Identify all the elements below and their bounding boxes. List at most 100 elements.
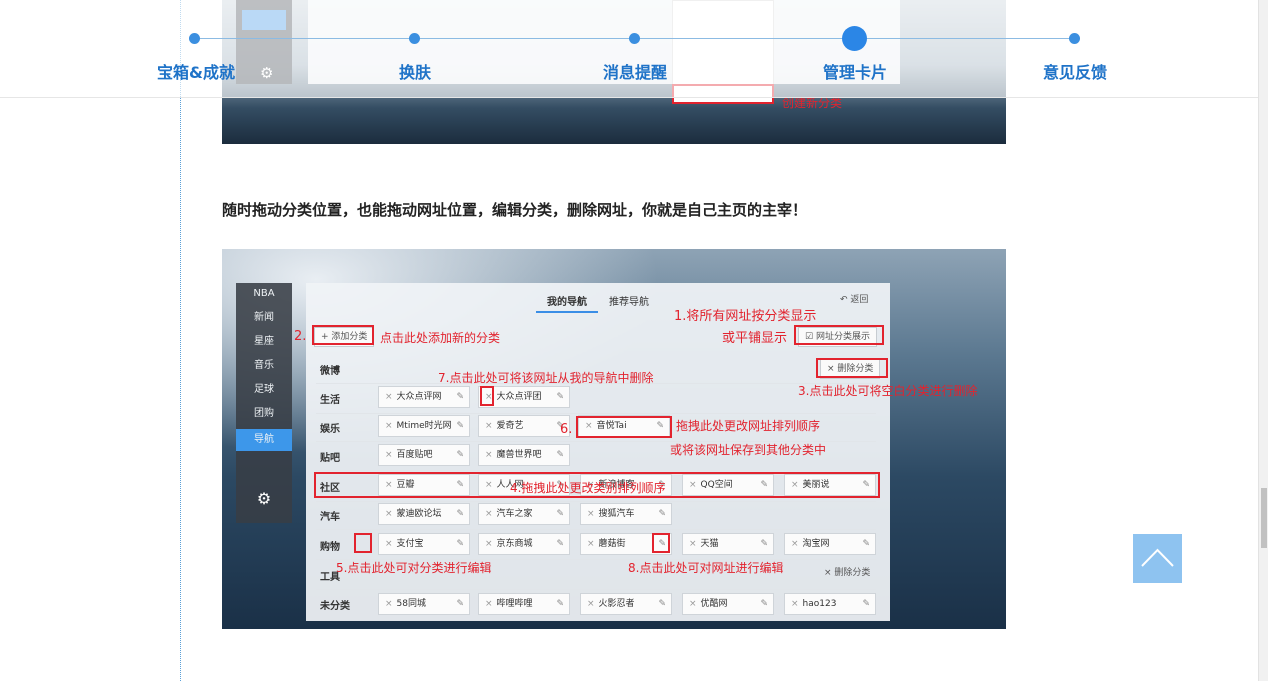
gear-icon: ⚙: [256, 489, 272, 508]
annotation-2-number: 2.: [294, 329, 307, 344]
highlight-add-category: [312, 325, 374, 345]
delete-category-label: 删除分类: [834, 568, 871, 578]
annotation-4: 4.拖拽此处更改类别排列顺序: [510, 481, 666, 495]
tab-my-nav: 我的导航: [547, 297, 587, 308]
annotation-6-number: 6.: [560, 422, 573, 437]
close-icon: ×: [385, 392, 393, 402]
nav-dot-feedback[interactable]: [1069, 33, 1080, 44]
close-icon: ×: [587, 509, 595, 519]
chip-label: 蘑菇街: [598, 539, 626, 549]
url-chip: × 优酷网 ✎: [682, 593, 774, 615]
close-icon: ×: [385, 539, 393, 549]
back-link: ↶ 返回: [840, 292, 868, 305]
sidebar-item-news: 新闻: [254, 312, 274, 323]
row-label-entertainment: 娱乐: [320, 424, 340, 435]
url-chip: × 京东商城 ✎: [478, 533, 570, 555]
pencil-icon: ✎: [456, 392, 464, 402]
pencil-icon: ✎: [658, 599, 666, 609]
top-step-nav: 宝箱&成就 换肤 消息提醒 管理卡片 意见反馈: [0, 0, 1258, 98]
close-icon: ×: [485, 509, 493, 519]
annotation-1-line2: 或平铺显示: [722, 331, 788, 346]
url-chip: × 蒙迪欧论坛 ✎: [378, 503, 470, 525]
annotation-2: 点击此处添加新的分类: [380, 331, 501, 345]
scrollbar-thumb[interactable]: [1261, 488, 1267, 548]
chip-label: 搜狐汽车: [598, 509, 635, 519]
nav-dot-skin[interactable]: [409, 33, 420, 44]
chip-label: 京东商城: [496, 539, 533, 549]
sidebar-item-nba: NBA: [253, 288, 275, 299]
annotation-5: 5.点击此处可对分类进行编辑: [336, 561, 492, 575]
pencil-icon: ✎: [556, 599, 564, 609]
tutorial-screenshot: NBA 新闻 星座 音乐 足球 团购 导航 ⚙ 我的导航 推荐导航 ↶ 返回 +…: [222, 249, 1006, 629]
highlight-edit-category: [354, 533, 372, 553]
pencil-icon: ✎: [862, 539, 870, 549]
annotation-7: 7.点击此处可将该网址从我的导航中删除: [438, 371, 654, 385]
close-icon: ×: [587, 599, 595, 609]
nav-dot-treasure[interactable]: [189, 33, 200, 44]
back-to-top-button[interactable]: [1133, 534, 1182, 583]
chip-label: 蒙迪欧论坛: [396, 509, 442, 519]
url-chip: × 哔哩哔哩 ✎: [478, 593, 570, 615]
row-divider: [316, 529, 876, 530]
url-chip: × 支付宝 ✎: [378, 533, 470, 555]
close-icon: ×: [485, 539, 493, 549]
row-label-shopping: 购物: [320, 542, 340, 553]
row-divider: [316, 470, 876, 471]
chip-label: hao123: [802, 599, 837, 609]
chevron-up-icon: [1141, 548, 1174, 567]
pencil-icon: ✎: [556, 450, 564, 460]
url-chip: × 魔兽世界吧 ✎: [478, 444, 570, 466]
nav-label-notice[interactable]: 消息提醒: [603, 59, 667, 83]
chip-label: 天猫: [700, 539, 719, 549]
highlight-edit-url: [652, 533, 670, 553]
chip-label: 大众点评网: [396, 392, 442, 402]
nav-dot-manage-cards[interactable]: [842, 26, 867, 51]
row-label-uncategorized: 未分类: [320, 601, 350, 612]
chip-label: 优酷网: [700, 599, 728, 609]
close-icon: ×: [689, 599, 697, 609]
nav-label-treasure[interactable]: 宝箱&成就: [157, 59, 235, 83]
annotation-6-line2: 或将该网址保存到其他分类中: [670, 443, 827, 457]
close-icon: ×: [485, 599, 493, 609]
highlight-url-chip: [576, 416, 672, 438]
guide-line: [180, 0, 181, 681]
chip-label: 火影忍者: [598, 599, 635, 609]
pencil-icon: ✎: [556, 539, 564, 549]
url-chip: × Mtime时光网 ✎: [378, 415, 470, 437]
tab-recommended-nav: 推荐导航: [609, 297, 649, 308]
back-label: 返回: [850, 295, 869, 305]
row-label-life: 生活: [320, 395, 340, 406]
back-arrow-icon: ↶: [840, 295, 851, 305]
nav-label-manage-cards[interactable]: 管理卡片: [823, 59, 887, 83]
highlight-delete-url: [480, 386, 494, 406]
highlight-delete-category: [816, 358, 888, 378]
pencil-icon: ✎: [456, 539, 464, 549]
row-divider: [316, 413, 876, 414]
tab-underline: [536, 311, 598, 313]
sidebar-item-music: 音乐: [254, 360, 274, 371]
pencil-icon: ✎: [760, 599, 768, 609]
close-icon: ×: [587, 539, 595, 549]
close-icon: ×: [689, 539, 697, 549]
close-icon: ×: [385, 421, 393, 431]
row-label-auto: 汽车: [320, 512, 340, 523]
pencil-icon: ✎: [456, 421, 464, 431]
annotation-8: 8.点击此处可对网址进行编辑: [628, 561, 784, 575]
annotation-6-line1: 拖拽此处更改网址排列顺序: [676, 419, 821, 433]
url-chip: × 58同城 ✎: [378, 593, 470, 615]
close-icon: ×: [385, 450, 393, 460]
nav-label-skin[interactable]: 换肤: [399, 59, 431, 83]
url-chip: × 百度贴吧 ✎: [378, 444, 470, 466]
pencil-icon: ✎: [456, 509, 464, 519]
page-scrollbar[interactable]: [1258, 0, 1268, 681]
chip-label: 魔兽世界吧: [496, 450, 542, 460]
sidebar-item-nav: 导航: [236, 429, 292, 451]
pencil-icon: ✎: [862, 599, 870, 609]
annotation-1-line1: 1.将所有网址按分类显示: [674, 309, 817, 324]
chip-label: 百度贴吧: [396, 450, 433, 460]
pencil-icon: ✎: [456, 450, 464, 460]
pencil-icon: ✎: [556, 392, 564, 402]
nav-dot-notice[interactable]: [629, 33, 640, 44]
nav-label-feedback[interactable]: 意见反馈: [1043, 59, 1107, 83]
page: ⚙ 创建新分类 宝箱&成就 换肤 消息提醒 管理卡片 意见反馈 随时拖动分类位置…: [0, 0, 1268, 681]
